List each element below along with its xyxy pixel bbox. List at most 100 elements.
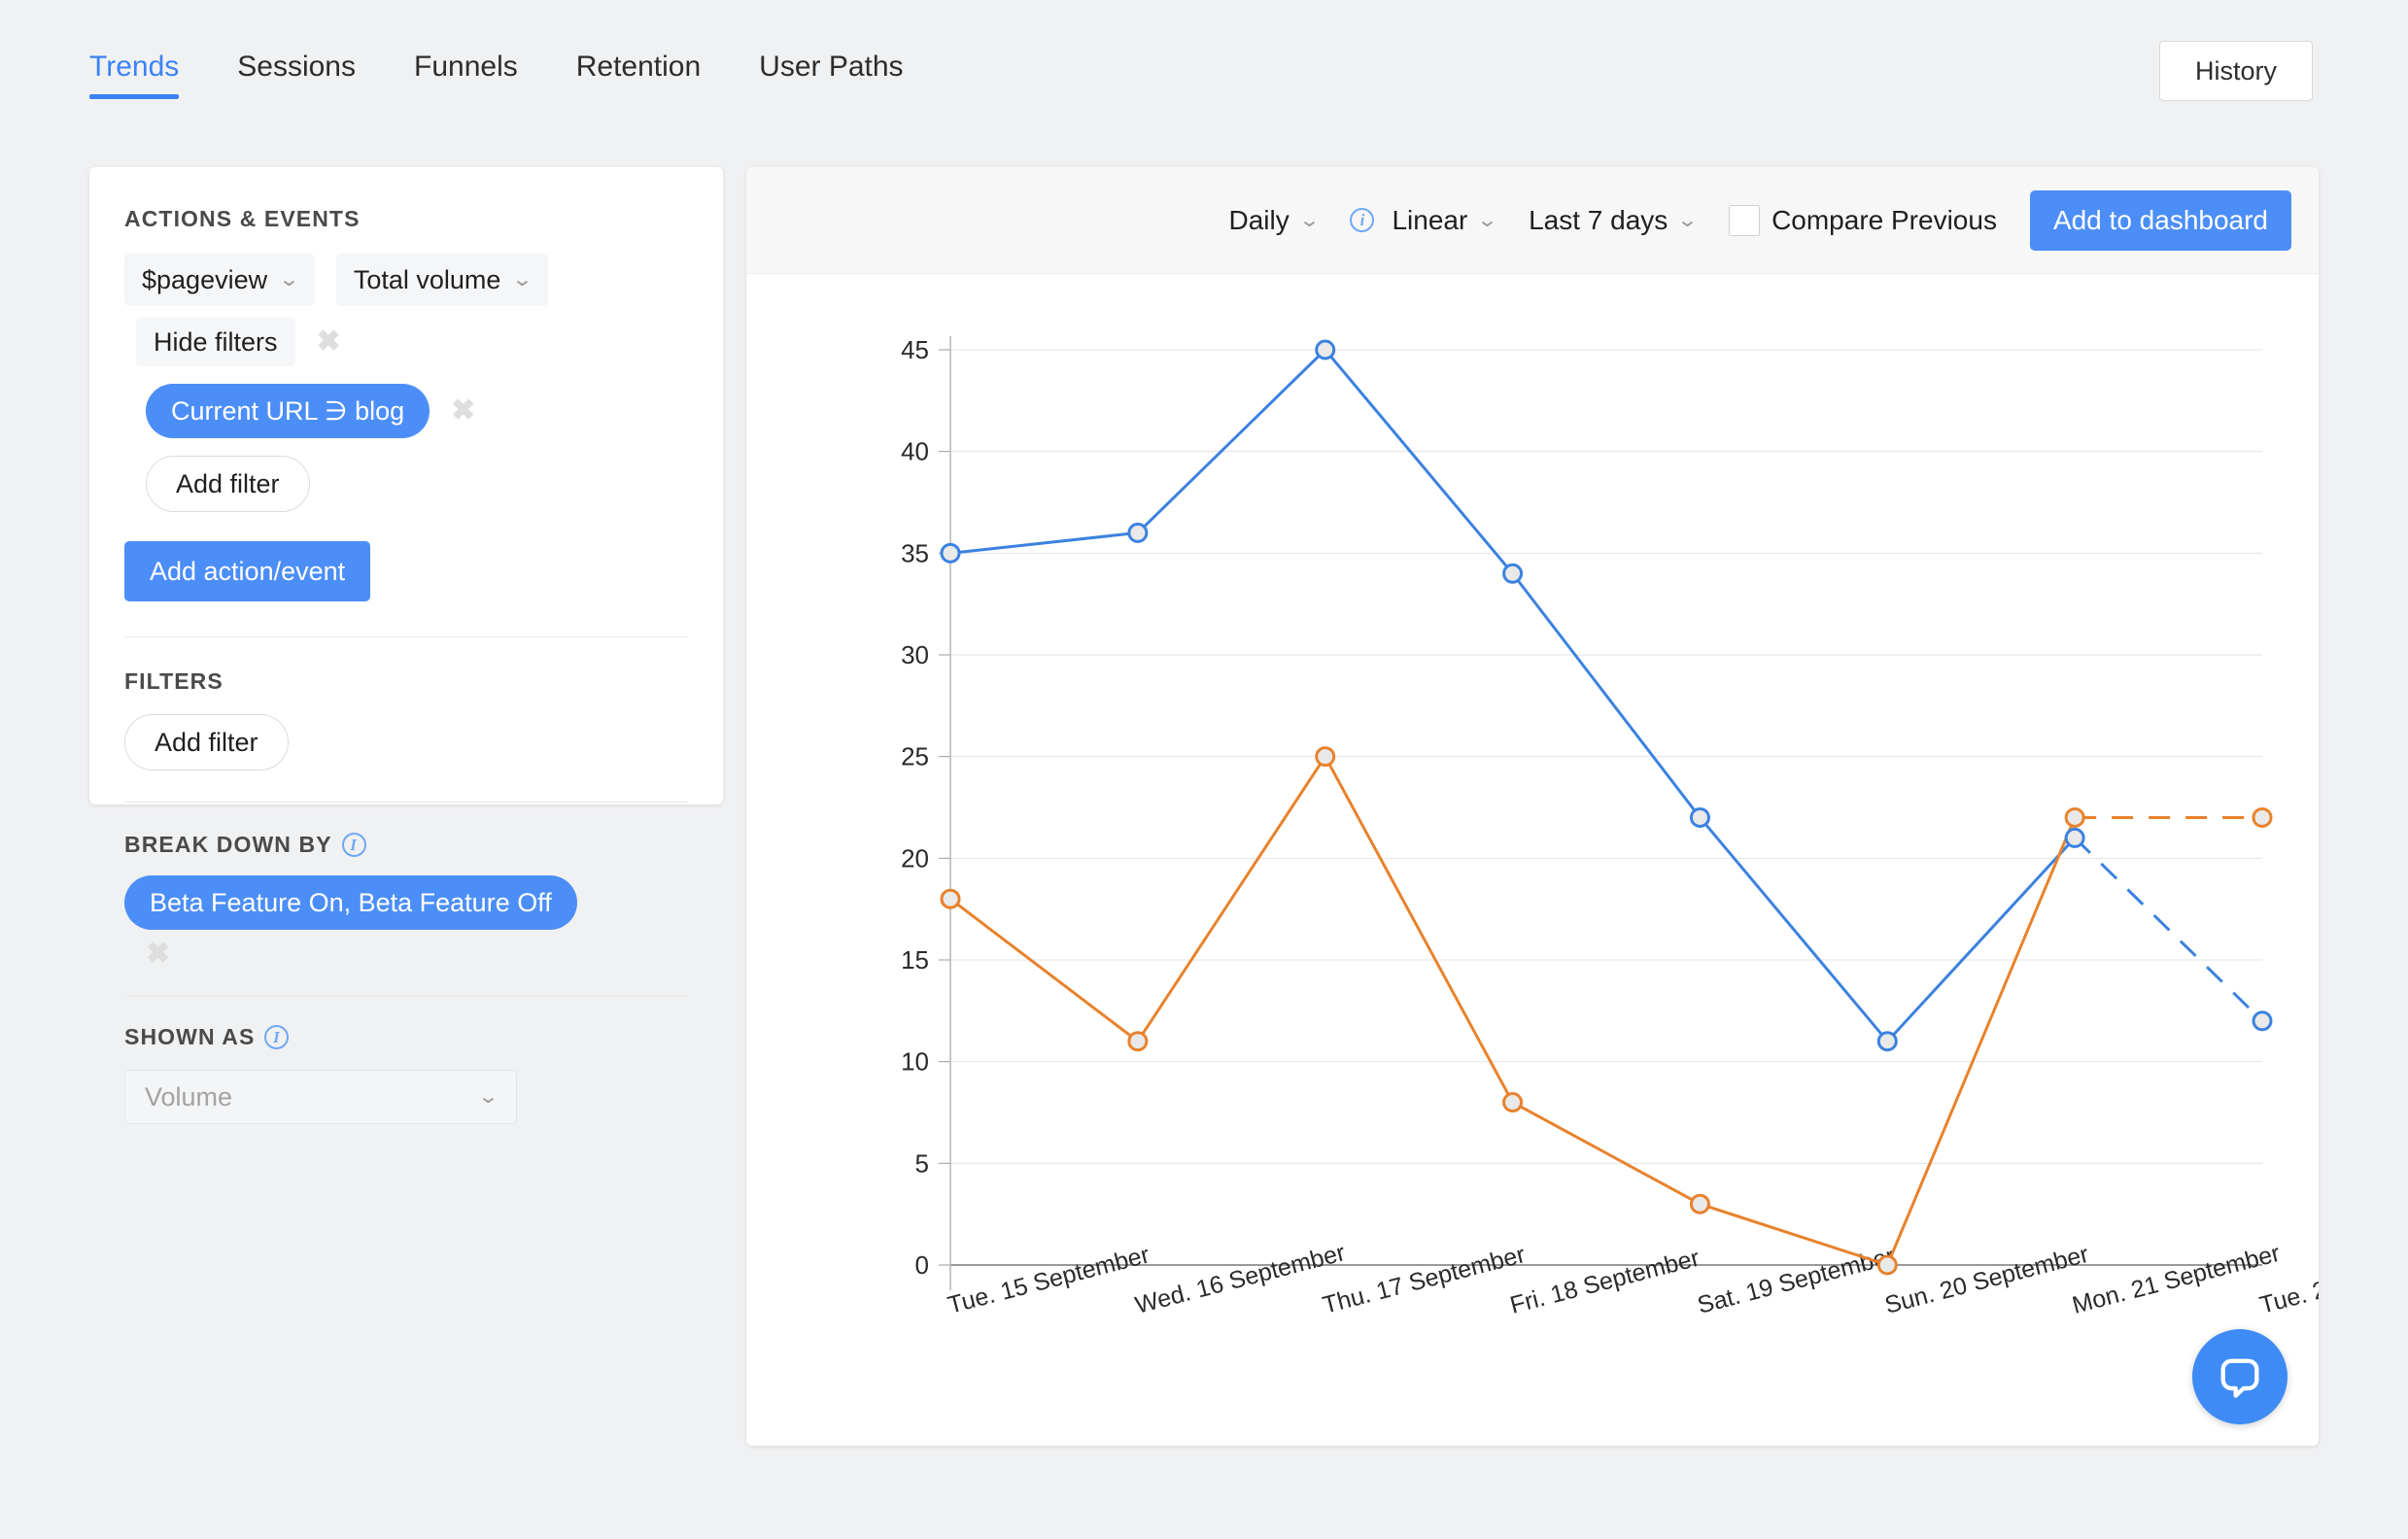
event-math-value: Total volume bbox=[353, 264, 501, 294]
global-add-filter-row: Add filter bbox=[124, 714, 688, 770]
svg-text:Sun. 20 September: Sun. 20 September bbox=[1882, 1241, 2092, 1319]
info-icon[interactable]: i bbox=[264, 1025, 290, 1049]
svg-text:30: 30 bbox=[901, 640, 929, 669]
tab-retention-label: Retention bbox=[575, 51, 702, 83]
hide-filters-button[interactable]: Hide filters bbox=[136, 318, 295, 366]
interval-value: Daily bbox=[1228, 204, 1290, 235]
interval-dropdown[interactable]: Daily ⌄ bbox=[1228, 204, 1320, 236]
add-action-row: Add action/event bbox=[124, 541, 688, 601]
tab-retention[interactable]: Retention bbox=[576, 51, 701, 120]
svg-text:Sat. 19 September: Sat. 19 September bbox=[1695, 1243, 1898, 1319]
top-navigation-bar: Trends Sessions Funnels Retention User P… bbox=[0, 0, 2408, 120]
actions-events-heading-label: ACTIONS & EVENTS bbox=[124, 206, 361, 231]
remove-event-icon[interactable]: ✖ bbox=[317, 327, 341, 357]
add-to-dashboard-button[interactable]: Add to dashboard bbox=[2029, 189, 2291, 251]
svg-text:Tue. 15 September: Tue. 15 September bbox=[945, 1241, 1152, 1318]
chevron-down-icon: ⌄ bbox=[278, 269, 300, 291]
add-to-dashboard-label: Add to dashboard bbox=[2052, 204, 2268, 235]
remove-breakdown-row: ✖ bbox=[124, 940, 688, 969]
divider-after-filters bbox=[124, 802, 688, 803]
compare-previous-checkbox[interactable] bbox=[1729, 204, 1761, 236]
chevron-down-icon: ⌄ bbox=[511, 269, 534, 291]
chart-toolbar: Daily ⌄ i Linear ⌄ Last 7 days ⌄ Compare… bbox=[746, 167, 2319, 274]
breakdown-chip-label: Beta Feature On, Beta Feature Off bbox=[150, 887, 552, 917]
breakdown-heading-label: BREAK DOWN BY bbox=[124, 832, 332, 857]
hide-filters-row: Hide filters ✖ bbox=[124, 318, 688, 366]
tab-user-paths[interactable]: User Paths bbox=[759, 51, 903, 120]
tab-funnels-label: Funnels bbox=[414, 51, 518, 83]
svg-text:0: 0 bbox=[915, 1250, 929, 1280]
svg-text:35: 35 bbox=[901, 538, 929, 567]
compare-previous-label: Compare Previous bbox=[1772, 204, 1997, 235]
hide-filters-label: Hide filters bbox=[154, 326, 278, 357]
y-axis-ticks: 0 5 10 15 20 25 30 35 40 45 bbox=[901, 335, 929, 1280]
event-add-filter-label: Add filter bbox=[176, 468, 280, 498]
chart-plot-area: 0 5 10 15 20 25 30 35 40 45 Tue. 15 September Wed.… bbox=[746, 274, 2319, 1446]
svg-text:10: 10 bbox=[901, 1047, 929, 1077]
add-action-event-label: Add action/event bbox=[150, 556, 346, 586]
info-icon[interactable]: i bbox=[1350, 208, 1375, 232]
tab-funnels[interactable]: Funnels bbox=[414, 51, 518, 120]
chevron-down-icon: ⌄ bbox=[1297, 209, 1321, 231]
grid-lines bbox=[939, 336, 2262, 1290]
breakdown-chip-row: Beta Feature On, Beta Feature Off bbox=[124, 875, 688, 930]
divider-after-breakdown bbox=[124, 996, 688, 997]
svg-text:25: 25 bbox=[901, 742, 929, 771]
chevron-down-icon: ⌄ bbox=[1476, 209, 1499, 231]
breakdown-chip[interactable]: Beta Feature On, Beta Feature Off bbox=[124, 875, 577, 930]
shown-as-select[interactable]: Volume ⌄ bbox=[124, 1070, 517, 1124]
shown-as-heading-label: SHOWN AS bbox=[124, 1024, 256, 1049]
svg-text:45: 45 bbox=[901, 335, 929, 364]
event-add-filter-row: Add filter bbox=[124, 456, 688, 512]
filters-heading-label: FILTERS bbox=[124, 668, 224, 694]
series-points[interactable] bbox=[940, 339, 2273, 1276]
scale-value: Linear bbox=[1392, 204, 1468, 235]
tab-trends[interactable]: Trends bbox=[89, 51, 180, 120]
tab-sessions-label: Sessions bbox=[237, 51, 356, 83]
history-button[interactable]: History bbox=[2159, 41, 2313, 101]
svg-text:20: 20 bbox=[901, 843, 929, 872]
event-filter-row: Current URL ∋ blog ✖ bbox=[124, 384, 688, 438]
divider-after-actions bbox=[124, 636, 688, 637]
filters-heading: FILTERS bbox=[124, 668, 688, 695]
event-name-dropdown[interactable]: $pageview ⌄ bbox=[124, 254, 315, 306]
add-action-event-button[interactable]: Add action/event bbox=[124, 541, 371, 601]
event-name-value: $pageview bbox=[142, 264, 268, 294]
event-filter-chip[interactable]: Current URL ∋ blog bbox=[146, 384, 430, 438]
tab-trends-label: Trends bbox=[89, 51, 180, 83]
shown-as-value: Volume bbox=[145, 1081, 233, 1112]
event-math-dropdown[interactable]: Total volume ⌄ bbox=[335, 254, 549, 306]
breakdown-heading: BREAK DOWN BY i bbox=[124, 832, 688, 858]
tab-sessions[interactable]: Sessions bbox=[237, 51, 356, 120]
date-range-dropdown[interactable]: Last 7 days ⌄ bbox=[1529, 204, 1699, 236]
remove-event-filter-icon[interactable]: ✖ bbox=[451, 396, 475, 426]
chat-widget-button[interactable] bbox=[2192, 1329, 2288, 1424]
global-add-filter-label: Add filter bbox=[155, 727, 258, 757]
x-axis-ticks: Tue. 15 SeptemberWed. 16 SeptemberThu. 1… bbox=[945, 1239, 2319, 1319]
svg-text:5: 5 bbox=[915, 1148, 929, 1178]
date-range-value: Last 7 days bbox=[1529, 204, 1668, 235]
series-lines bbox=[949, 347, 2264, 1267]
event-add-filter-button[interactable]: Add filter bbox=[146, 456, 310, 512]
history-button-label: History bbox=[2194, 55, 2277, 86]
compare-previous-toggle[interactable]: Compare Previous bbox=[1729, 204, 1997, 236]
actions-events-heading: ACTIONS & EVENTS bbox=[124, 206, 688, 232]
insight-config-sidebar: ACTIONS & EVENTS $pageview ⌄ Total volum… bbox=[89, 167, 723, 1124]
svg-text:Mon. 21 September: Mon. 21 September bbox=[2070, 1240, 2284, 1319]
chevron-down-icon: ⌄ bbox=[1676, 209, 1699, 231]
event-filter-chip-label: Current URL ∋ blog bbox=[171, 395, 405, 426]
svg-text:40: 40 bbox=[901, 437, 929, 466]
line-chart-svg[interactable]: 0 5 10 15 20 25 30 35 40 45 Tue. 15 SeptemberWed.… bbox=[746, 274, 2319, 1446]
scale-dropdown[interactable]: Linear ⌄ bbox=[1392, 204, 1499, 236]
svg-text:15: 15 bbox=[901, 945, 929, 975]
info-icon[interactable]: i bbox=[341, 833, 366, 857]
shown-as-heading: SHOWN AS i bbox=[124, 1024, 688, 1050]
tab-list: Trends Sessions Funnels Retention User P… bbox=[89, 0, 962, 120]
global-add-filter-button[interactable]: Add filter bbox=[124, 714, 289, 770]
chevron-down-icon: ⌄ bbox=[477, 1086, 499, 1108]
remove-breakdown-icon[interactable]: ✖ bbox=[146, 940, 170, 969]
svg-text:Wed. 16 September: Wed. 16 September bbox=[1132, 1239, 1348, 1319]
event-selector-row: $pageview ⌄ Total volume ⌄ bbox=[124, 254, 688, 306]
svg-text:Thu. 17 September: Thu. 17 September bbox=[1320, 1241, 1528, 1319]
tab-user-paths-label: User Paths bbox=[759, 51, 904, 83]
